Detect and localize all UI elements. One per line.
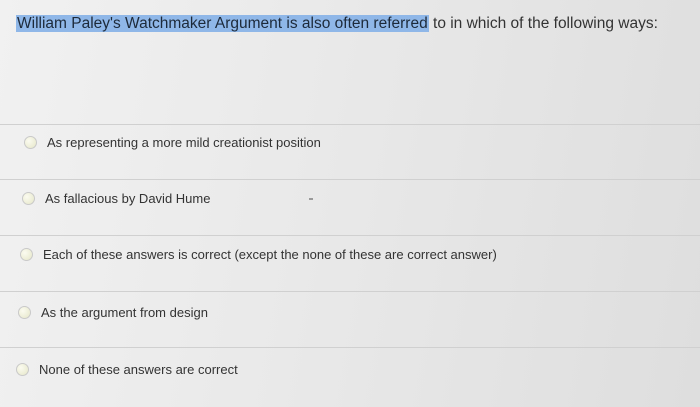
radio-button-icon[interactable]	[20, 247, 33, 261]
divider	[0, 235, 700, 236]
stray-mark	[309, 198, 313, 200]
answer-option-3[interactable]: Each of these answers is correct (except…	[20, 243, 497, 265]
divider	[0, 291, 700, 292]
answer-option-4[interactable]: As the argument from design	[18, 301, 208, 323]
radio-button-icon[interactable]	[16, 362, 29, 376]
radio-button-icon[interactable]	[24, 135, 37, 149]
answer-option-label: As fallacious by David Hume	[45, 190, 211, 206]
question-rest-text: to in which of the following ways:	[428, 15, 658, 32]
answer-option-label: Each of these answers is correct (except…	[43, 246, 497, 262]
divider	[0, 124, 700, 125]
answer-option-label: As representing a more mild creationist …	[47, 134, 321, 150]
radio-button-icon[interactable]	[22, 191, 35, 205]
divider	[0, 347, 700, 348]
radio-button-icon[interactable]	[18, 305, 31, 319]
answer-option-label: As the argument from design	[41, 304, 208, 320]
answer-option-5[interactable]: None of these answers are correct	[16, 358, 238, 380]
answer-option-2[interactable]: As fallacious by David Hume	[22, 187, 210, 209]
answer-option-1[interactable]: As representing a more mild creationist …	[24, 131, 321, 153]
question-highlighted-text: William Paley's Watchmaker Argument is a…	[16, 15, 429, 32]
divider	[0, 179, 700, 180]
answer-option-label: None of these answers are correct	[39, 361, 238, 377]
question-text: William Paley's Watchmaker Argument is a…	[16, 13, 686, 35]
